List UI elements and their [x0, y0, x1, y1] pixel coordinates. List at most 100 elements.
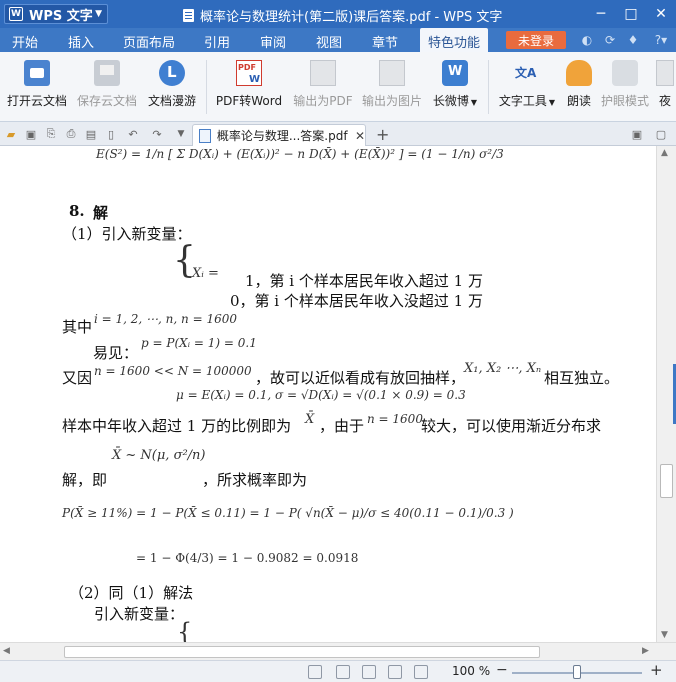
cloud-open-icon — [24, 60, 50, 86]
menu-page-layout[interactable]: 页面布局 — [123, 32, 175, 51]
scroll-up-icon[interactable]: ▲ — [661, 148, 668, 158]
export-pdf-button[interactable]: 输出为PDF — [292, 58, 354, 116]
open-cloud-doc-button[interactable]: 打开云文档 — [6, 58, 68, 116]
export-image-label: 输出为图片 — [361, 94, 422, 108]
weibo-icon — [442, 60, 468, 86]
menu-insert[interactable]: 插入 — [68, 32, 94, 51]
ribbon-toolbar: 打开云文档 保存云文档 文档漫游 PDF转Word 输出为PDF 输出为图片 长… — [0, 52, 676, 122]
zoom-level[interactable]: 100 % — [452, 664, 490, 678]
where-formula: i = 1, 2, ⋯, n, n = 1600 — [94, 312, 237, 326]
chevron-down-icon: ▼ — [548, 98, 556, 107]
vertical-scrollbar[interactable]: ▲ ▼ — [656, 146, 676, 642]
ribbon-separator — [488, 60, 489, 114]
sync-icon[interactable]: ⟳ — [603, 33, 617, 47]
eye-protect-icon — [612, 60, 638, 86]
app-menu-button[interactable]: W WPS 文字 ▼ — [4, 4, 108, 24]
zoom-in-button[interactable]: + — [650, 661, 663, 679]
document-tab[interactable]: 概率论与数理...答案.pdf ✕ — [192, 124, 366, 146]
weibo-button[interactable]: 长微博▼ — [430, 58, 480, 116]
new-tab-button[interactable]: + — [376, 125, 389, 144]
wps-logo-icon: W — [9, 7, 23, 21]
menu-chapter[interactable]: 章节 — [372, 32, 398, 51]
minimize-button[interactable]: ─ — [586, 0, 616, 28]
night-mode-button[interactable]: 夜 — [656, 58, 674, 116]
title-bar: W WPS 文字 ▼ 概率论与数理统计(第二版)课后答案.pdf - WPS 文… — [0, 0, 676, 28]
case-brace-2: { — [177, 618, 193, 642]
doc-roaming-button[interactable]: 文档漫游 — [146, 58, 198, 116]
fullscreen-icon[interactable] — [308, 665, 322, 679]
save-icon[interactable]: ▣ — [24, 127, 38, 141]
help-label: ? — [654, 33, 662, 47]
scroll-left-icon[interactable]: ◀ — [3, 646, 10, 656]
tab-bar: ▰ ▣ ⎘ ⎙ ▤ ▯ ↶ ↷ ▼ 概率论与数理...答案.pdf ✕ + ▣ … — [0, 122, 676, 146]
skin-icon[interactable]: ◐ — [580, 33, 594, 47]
undo-icon[interactable]: ↶ — [126, 127, 140, 141]
reading-mode-icon[interactable] — [414, 665, 428, 679]
horizontal-scroll-thumb[interactable] — [64, 646, 540, 658]
since-end-text: 相互独立。 — [544, 369, 620, 387]
eye-protect-button[interactable]: 护眼模式 — [600, 58, 650, 116]
tab-list-icon[interactable]: ▣ — [630, 127, 644, 141]
chevron-down-icon: ▼ — [470, 98, 478, 107]
menu-review[interactable]: 审阅 — [260, 32, 286, 51]
pdf-file-icon — [199, 128, 211, 143]
text-tool-icon — [514, 60, 540, 86]
maximize-button[interactable]: □ — [616, 0, 646, 28]
horizontal-scrollbar[interactable]: ◀ ▶ — [0, 642, 676, 660]
text-tools-button[interactable]: 文字工具▼ — [496, 58, 558, 116]
close-button[interactable]: ✕ — [646, 0, 676, 28]
part-2-subheading: 引入新变量： — [94, 605, 185, 623]
window-title: 概率论与数理统计(第二版)课后答案.pdf - WPS 文字 — [183, 6, 502, 25]
menu-references[interactable]: 引用 — [204, 32, 230, 51]
print-preview-icon[interactable]: ▤ — [84, 127, 98, 141]
redo-icon[interactable]: ↷ — [150, 127, 164, 141]
open-cloud-doc-label: 打开云文档 — [6, 94, 67, 108]
case-one-text: 1，第 i 个样本居民年收入超过 1 万 — [245, 272, 483, 290]
menu-special-features[interactable]: 特色功能 — [420, 28, 489, 52]
read-aloud-button[interactable]: 朗读 — [564, 58, 594, 116]
eye-protect-label: 护眼模式 — [600, 94, 649, 108]
zoom-out-button[interactable]: − — [496, 662, 508, 678]
menu-bar: 开始 插入 页面布局 引用 审阅 视图 章节 特色功能 未登录 ◐ ⟳ ♦ ? ▾ — [0, 28, 676, 52]
outline-view-icon[interactable] — [362, 665, 376, 679]
pdf-to-word-button[interactable]: PDF转Word — [214, 58, 284, 116]
open-folder-icon[interactable]: ▰ — [4, 127, 18, 141]
easy-see-formula: p = P(Xᵢ = 1) = 0.1 — [141, 336, 257, 350]
read-aloud-label: 朗读 — [566, 94, 591, 108]
case-zero-text: 0，第 i 个样本居民年收入没超过 1 万 — [230, 292, 483, 310]
export-icon[interactable]: ⎘ — [44, 127, 58, 141]
pdf-page: E(S²) = 1/n [ Σ D(Xᵢ) + (E(Xᵢ))² − n D(X… — [0, 146, 656, 642]
proportion-text-b: ，由于 — [319, 417, 365, 435]
help-icon[interactable]: ? ▾ — [650, 33, 672, 47]
scroll-down-icon[interactable]: ▼ — [661, 630, 668, 640]
export-pdf-icon — [310, 60, 336, 86]
text-tools-label-text: 文字工具 — [498, 94, 547, 108]
top-formula: E(S²) = 1/n [ Σ D(Xᵢ) + (E(Xᵢ))² − n D(X… — [96, 147, 504, 161]
web-view-icon[interactable] — [388, 665, 402, 679]
page-view-icon[interactable] — [336, 665, 350, 679]
save-cloud-doc-button[interactable]: 保存云文档 — [76, 58, 138, 116]
menu-view[interactable]: 视图 — [316, 32, 342, 51]
menu-home[interactable]: 开始 — [12, 32, 38, 51]
weibo-label: 长微博 ▼ — [433, 92, 477, 109]
tab-close-icon[interactable]: ✕ — [355, 129, 365, 143]
login-button[interactable]: 未登录 — [506, 31, 566, 49]
text-tools-label: 文字工具 ▼ — [499, 92, 555, 109]
print-icon[interactable]: ⎙ — [64, 127, 78, 141]
tab-restore-icon[interactable]: ▢ — [654, 127, 668, 141]
zoom-slider-thumb[interactable] — [573, 665, 581, 679]
xi-definition: Xᵢ = — [192, 266, 219, 281]
chevron-down-icon[interactable]: ▼ — [174, 127, 188, 141]
status-bar: 100 % − + — [0, 660, 676, 682]
pdf-to-word-icon — [236, 60, 262, 86]
result-formula: = 1 − Φ(4/3) = 1 − 0.9082 = 0.0918 — [136, 551, 359, 565]
cloud-roam-icon — [159, 60, 185, 86]
vertical-scroll-thumb[interactable] — [660, 464, 673, 498]
scroll-right-icon[interactable]: ▶ — [642, 646, 649, 656]
export-pdf-label: 输出为PDF — [293, 94, 353, 108]
document-area[interactable]: E(S²) = 1/n [ Σ D(Xᵢ) + (E(Xᵢ))² − n D(X… — [0, 146, 656, 642]
document-icon[interactable]: ▯ — [104, 127, 118, 141]
shirt-icon[interactable]: ♦ — [626, 33, 640, 47]
chevron-down-icon: ▼ — [95, 9, 102, 19]
export-image-button[interactable]: 输出为图片 — [361, 58, 423, 116]
